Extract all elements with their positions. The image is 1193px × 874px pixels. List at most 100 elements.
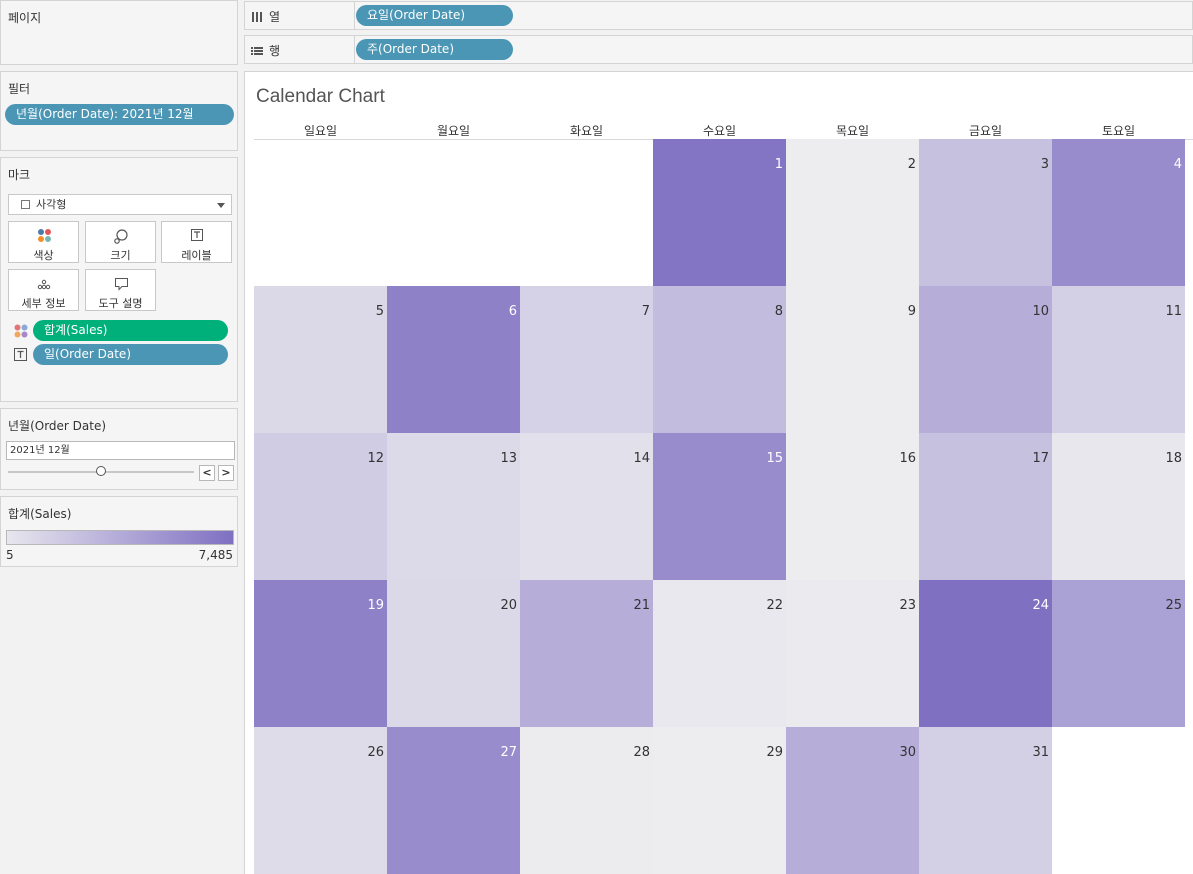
calendar-day-cell[interactable]: 7 <box>520 286 653 433</box>
calendar-day-cell[interactable]: 29 <box>653 727 786 874</box>
calendar-day-cell[interactable]: 13 <box>387 433 520 580</box>
day-number: 5 <box>375 304 384 319</box>
day-label-pill[interactable]: 일(Order Date) <box>33 344 228 365</box>
shelf-divider <box>354 2 355 29</box>
day-number: 19 <box>367 598 384 613</box>
day-number: 1 <box>774 157 783 172</box>
marks-title: 마크 <box>8 168 31 182</box>
day-number: 8 <box>774 304 783 319</box>
previous-month-button[interactable]: < <box>199 465 215 481</box>
weekday-field-pill[interactable]: 요일(Order Date) <box>356 5 513 26</box>
color-button-label: 색상 <box>33 249 54 262</box>
columns-shelf[interactable]: 열 요일(Order Date) <box>244 1 1193 30</box>
calendar-day-cell[interactable]: 12 <box>254 433 387 580</box>
day-number: 3 <box>1040 157 1049 172</box>
calendar-day-cell[interactable]: 6 <box>387 286 520 433</box>
day-number: 20 <box>500 598 517 613</box>
day-number: 16 <box>899 451 916 466</box>
weekday-label: 수요일 <box>702 124 737 138</box>
tooltip-icon <box>115 278 128 291</box>
calendar-day-cell[interactable]: 16 <box>786 433 919 580</box>
calendar-day-cell[interactable]: 17 <box>919 433 1052 580</box>
calendar-day-cell[interactable]: 23 <box>786 580 919 727</box>
color-button[interactable]: 색상 <box>8 221 79 263</box>
empty-cell <box>1052 727 1185 874</box>
next-month-button[interactable]: > <box>218 465 234 481</box>
calendar-view[interactable]: Calendar Chart 일요일 월요일 화요일 수요일 목요일 금요일 토요일 123… <box>244 71 1193 874</box>
calendar-day-cell[interactable]: 4 <box>1052 139 1185 286</box>
size-button[interactable]: 크기 <box>85 221 156 263</box>
pages-card[interactable]: 페이지 <box>0 0 238 65</box>
calendar-day-cell[interactable]: 24 <box>919 580 1052 727</box>
calendar-day-cell[interactable]: 3 <box>919 139 1052 286</box>
day-number: 21 <box>633 598 650 613</box>
rows-label: 행 <box>269 44 281 58</box>
date-control-card[interactable]: 년월(Order Date) 2021년 12월 < > <box>0 408 238 490</box>
rows-icon <box>251 46 263 55</box>
mark-type-dropdown[interactable]: 사각형 <box>8 194 232 215</box>
day-number: 11 <box>1165 304 1182 319</box>
chevron-left-icon: < <box>202 466 212 479</box>
day-number: 2 <box>907 157 916 172</box>
calendar-day-cell[interactable]: 5 <box>254 286 387 433</box>
date-control-title: 년월(Order Date) <box>8 419 107 433</box>
weekday-label: 화요일 <box>569 124 604 138</box>
calendar-day-cell[interactable]: 25 <box>1052 580 1185 727</box>
detail-dots-icon <box>37 279 51 290</box>
calendar-day-cell[interactable]: 26 <box>254 727 387 874</box>
label-button-label: 레이블 <box>181 249 212 262</box>
calendar-day-cell[interactable]: 21 <box>520 580 653 727</box>
view-title: Calendar Chart <box>256 86 385 107</box>
day-number: 25 <box>1165 598 1182 613</box>
day-number: 27 <box>500 745 517 760</box>
day-number: 10 <box>1032 304 1049 319</box>
day-number: 22 <box>766 598 783 613</box>
weekday-label: 월요일 <box>436 124 471 138</box>
day-number: 17 <box>1032 451 1049 466</box>
day-number: 15 <box>766 451 783 466</box>
calendar-day-cell[interactable]: 22 <box>653 580 786 727</box>
calendar-day-cell[interactable]: 27 <box>387 727 520 874</box>
calendar-day-cell[interactable]: 2 <box>786 139 919 286</box>
day-number: 6 <box>508 304 517 319</box>
calendar-day-cell[interactable]: 8 <box>653 286 786 433</box>
columns-label: 열 <box>269 10 281 24</box>
sales-color-pill[interactable]: 합계(Sales) <box>33 320 228 341</box>
chevron-right-icon: > <box>221 466 231 479</box>
calendar-day-cell[interactable]: 28 <box>520 727 653 874</box>
day-number: 7 <box>641 304 650 319</box>
detail-button[interactable]: 세부 정보 <box>8 269 79 311</box>
rows-shelf[interactable]: 행 주(Order Date) <box>244 35 1193 64</box>
month-filter-pill[interactable]: 년월(Order Date): 2021년 12월 <box>5 104 234 125</box>
size-button-label: 크기 <box>110 249 131 262</box>
calendar-day-cell[interactable]: 31 <box>919 727 1052 874</box>
calendar-day-cell[interactable]: 19 <box>254 580 387 727</box>
marks-card[interactable]: 마크 사각형 색상 크기 레이블 세부 정보 도구 설명 합계(Sales) 일… <box>0 157 238 402</box>
tooltip-button[interactable]: 도구 설명 <box>85 269 156 311</box>
empty-cell <box>520 139 653 286</box>
day-number: 18 <box>1165 451 1182 466</box>
calendar-day-cell[interactable]: 30 <box>786 727 919 874</box>
calendar-day-cell[interactable]: 10 <box>919 286 1052 433</box>
text-label-icon <box>191 229 203 241</box>
calendar-day-cell[interactable]: 20 <box>387 580 520 727</box>
date-slider-handle[interactable] <box>96 466 106 476</box>
pages-title: 페이지 <box>8 11 42 25</box>
calendar-day-cell[interactable]: 1 <box>653 139 786 286</box>
calendar-day-cell[interactable]: 11 <box>1052 286 1185 433</box>
day-number: 14 <box>633 451 650 466</box>
weekday-label: 일요일 <box>303 124 338 138</box>
label-button[interactable]: 레이블 <box>161 221 232 263</box>
color-legend-card[interactable]: 합계(Sales) 5 7,485 <box>0 496 238 567</box>
calendar-day-cell[interactable]: 15 <box>653 433 786 580</box>
empty-cell <box>387 139 520 286</box>
weekday-label: 목요일 <box>835 124 870 138</box>
legend-title: 합계(Sales) <box>8 507 72 521</box>
filters-card[interactable]: 필터 년월(Order Date): 2021년 12월 <box>0 71 238 151</box>
calendar-day-cell[interactable]: 18 <box>1052 433 1185 580</box>
calendar-day-cell[interactable]: 14 <box>520 433 653 580</box>
calendar-day-cell[interactable]: 9 <box>786 286 919 433</box>
week-field-pill[interactable]: 주(Order Date) <box>356 39 513 60</box>
rows-shelf-label: 행 <box>251 42 280 59</box>
date-value-field[interactable]: 2021년 12월 <box>6 441 235 460</box>
